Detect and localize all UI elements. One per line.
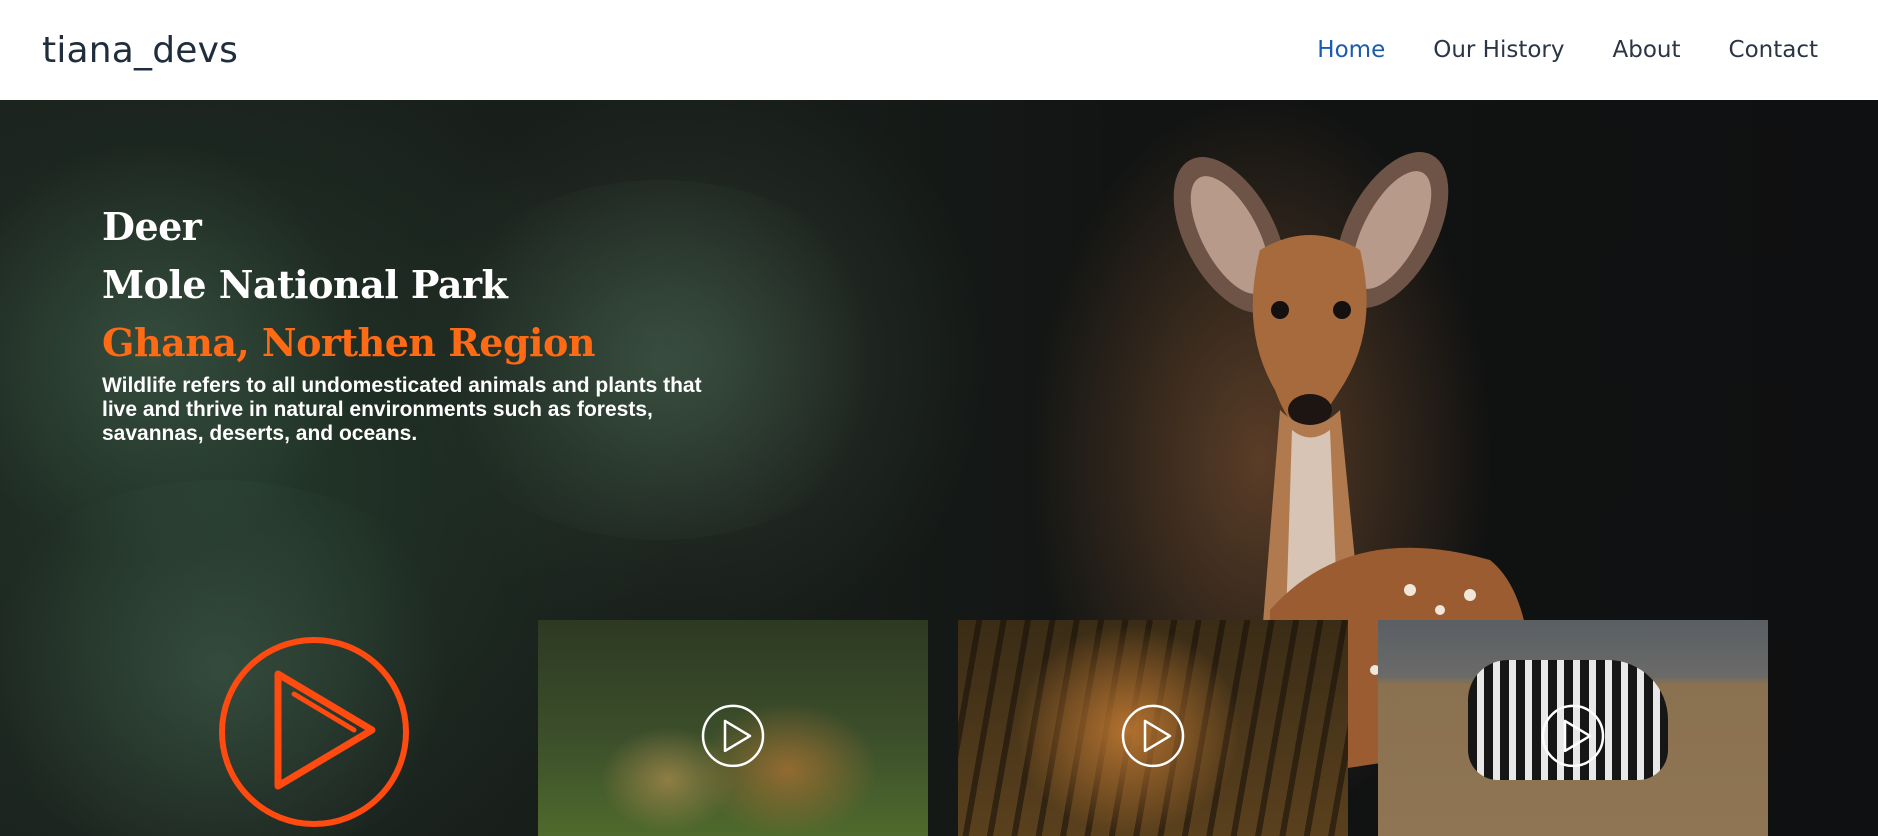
top-navbar: tiana_devs Home Our History About Contac… [0, 0, 1878, 100]
play-circle-icon[interactable] [1120, 703, 1186, 769]
hero-title-park: Mole National Park [102, 262, 508, 307]
brand-logo[interactable]: tiana_devs [42, 30, 238, 71]
play-circle-icon[interactable] [700, 703, 766, 769]
main-nav: Home Our History About Contact [1317, 37, 1818, 63]
video-thumbnail-zebra[interactable] [1378, 620, 1768, 836]
hero-title-animal: Deer [102, 204, 202, 249]
video-thumbnail-lion[interactable] [538, 620, 928, 836]
nav-link-home[interactable]: Home [1317, 37, 1385, 63]
hero-description: Wildlife refers to all undomesticated an… [102, 374, 702, 445]
nav-link-contact[interactable]: Contact [1729, 37, 1818, 63]
play-circle-icon[interactable] [1540, 703, 1606, 769]
hero-text-block: Deer Mole National Park Ghana, Northen R… [102, 198, 742, 446]
hero-subtitle-location: Ghana, Northen Region [102, 320, 595, 365]
video-thumbnail-tiger[interactable] [958, 620, 1348, 836]
play-circle-icon[interactable] [216, 634, 412, 830]
hero-section: Deer Mole National Park Ghana, Northen R… [0, 100, 1878, 836]
nav-link-our-history[interactable]: Our History [1433, 37, 1564, 63]
nav-link-about[interactable]: About [1613, 37, 1681, 63]
